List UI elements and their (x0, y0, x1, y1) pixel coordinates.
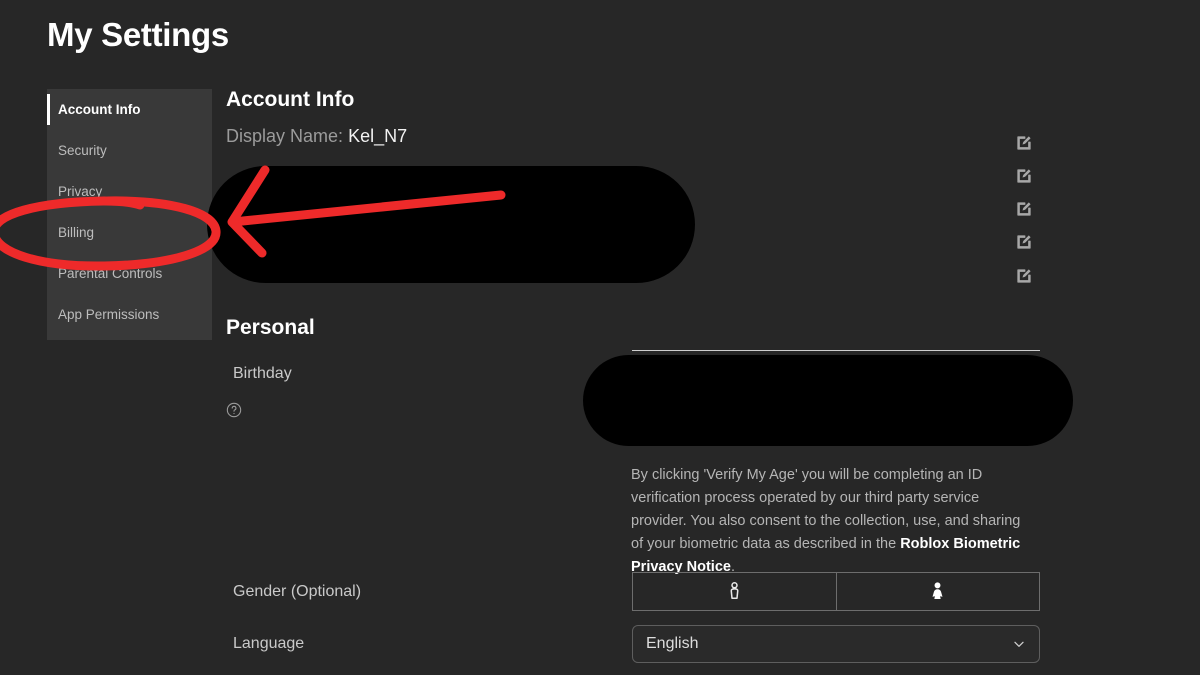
personal-heading: Personal (226, 316, 315, 340)
display-name-value: Kel_N7 (348, 126, 407, 146)
gender-option-male[interactable] (632, 572, 837, 611)
edit-icon[interactable] (1015, 134, 1033, 152)
chevron-down-icon (1011, 636, 1027, 652)
gender-option-female[interactable] (837, 572, 1041, 611)
edit-icon[interactable] (1015, 167, 1033, 185)
help-circle-icon[interactable] (226, 402, 242, 418)
redacted-birthday-field (583, 355, 1073, 446)
account-info-heading: Account Info (226, 88, 354, 112)
male-figure-icon (723, 580, 746, 603)
language-select[interactable]: English (632, 625, 1040, 663)
birthday-label: Birthday (233, 365, 292, 383)
edit-icon[interactable] (1015, 200, 1033, 218)
gender-toggle-group (632, 572, 1040, 611)
display-name-row: Display Name: Kel_N7 (226, 126, 407, 147)
edit-icon[interactable] (1015, 233, 1033, 251)
language-label: Language (233, 635, 304, 653)
birthday-field-underline (632, 350, 1040, 351)
female-figure-icon (926, 580, 949, 603)
gender-label: Gender (Optional) (233, 583, 361, 601)
display-name-label: Display Name: (226, 126, 343, 146)
settings-main-panel: Account Info Display Name: Kel_N7 Person… (0, 0, 1200, 675)
redacted-account-fields (207, 166, 695, 283)
age-verification-disclaimer: By clicking 'Verify My Age' you will be … (631, 464, 1029, 579)
edit-icon[interactable] (1015, 267, 1033, 285)
language-selected-value: English (646, 635, 1011, 653)
